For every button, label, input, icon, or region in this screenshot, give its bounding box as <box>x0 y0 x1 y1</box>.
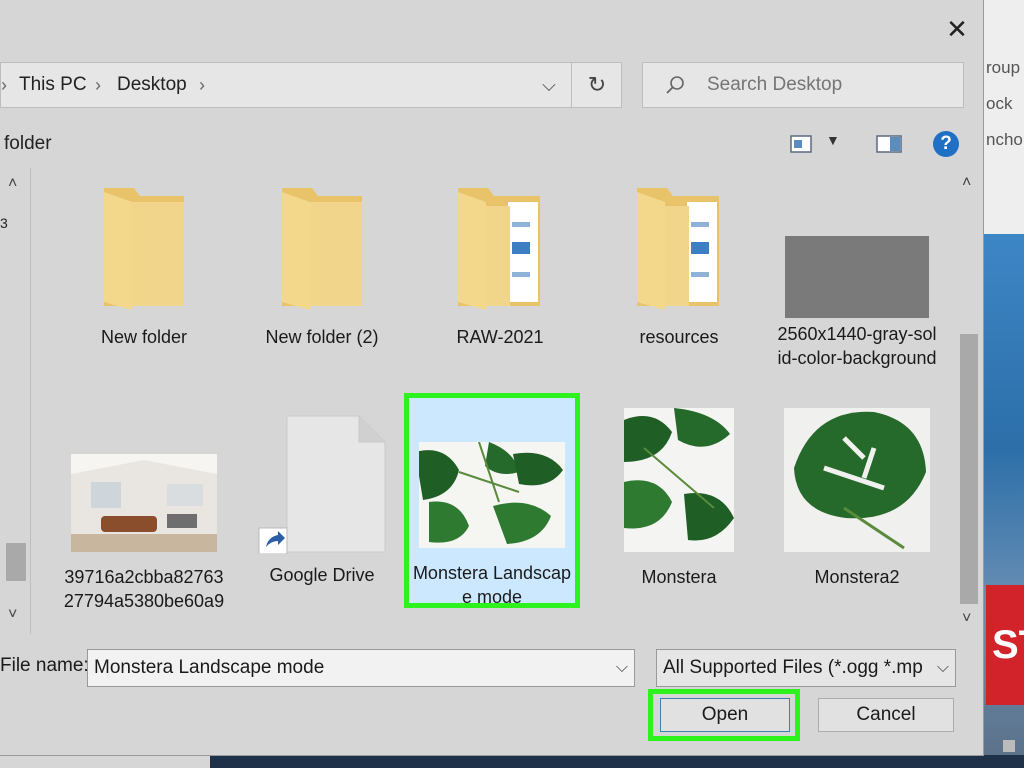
file-item-selected[interactable]: Monstera Landscape mode <box>404 393 580 608</box>
preview-pane-icon[interactable] <box>876 135 902 153</box>
chevron-down-icon[interactable]: ⌵ <box>937 650 949 686</box>
file-item[interactable]: RAW-2021 <box>419 182 581 349</box>
vertical-scrollbar[interactable]: ˄ ˅ <box>956 168 982 634</box>
background-scroll-knob[interactable] <box>1003 740 1015 752</box>
refresh-icon[interactable]: ↻ <box>571 63 622 107</box>
help-icon[interactable]: ? <box>933 131 959 157</box>
monstera2-thumbnail <box>784 408 930 552</box>
nav-item-fragment: 3 <box>0 215 8 231</box>
chevron-down-icon[interactable]: ⌵ <box>616 650 628 686</box>
room-photo-thumbnail <box>71 454 217 552</box>
monstera-landscape-thumbnail <box>415 441 565 548</box>
folder-with-documents-icon <box>458 188 540 310</box>
search-input[interactable] <box>707 63 947 107</box>
breadcrumb-separator: › <box>1 75 7 95</box>
file-label: Monstera <box>641 567 717 587</box>
file-item[interactable]: New folder <box>63 182 225 349</box>
file-label: New folder <box>100 327 188 347</box>
search-box[interactable] <box>642 62 964 108</box>
chevron-up-icon[interactable]: ˄ <box>962 174 971 192</box>
file-name-label: File name: <box>0 655 89 676</box>
background-text-3: ncho <box>986 130 1023 149</box>
breadcrumb-this-pc[interactable]: This PC <box>19 63 87 107</box>
file-item[interactable]: resources <box>598 182 760 349</box>
background-text-1: roup <box>986 58 1021 77</box>
file-type-select[interactable]: All Supported Files (*.ogg *.mp ⌵ <box>656 649 956 687</box>
file-label: Google Drive <box>269 565 375 585</box>
file-label: RAW-2021 <box>456 327 544 347</box>
cancel-button[interactable]: Cancel <box>818 698 954 732</box>
background-sign: ST <box>986 585 1024 705</box>
caret-down-icon[interactable]: ▼ <box>826 132 840 148</box>
file-name-input[interactable]: Monstera Landscape mode ⌵ <box>87 649 635 687</box>
monstera-thumbnail <box>624 408 734 552</box>
chevron-up-icon[interactable]: ˄ <box>8 175 17 193</box>
chevron-down-icon[interactable]: ˅ <box>962 610 971 628</box>
document-shortcut-icon <box>258 415 386 555</box>
close-button[interactable]: ✕ <box>940 12 974 46</box>
file-item[interactable]: Monstera <box>598 408 760 589</box>
file-name-value[interactable]: Monstera Landscape mode <box>94 650 324 686</box>
background-text-2: ock <box>986 94 1013 113</box>
breadcrumb-desktop[interactable]: Desktop <box>117 63 187 107</box>
file-item[interactable]: Monstera2 <box>776 408 938 589</box>
file-type-value: All Supported Files (*.ogg *.mp <box>663 657 923 678</box>
nav-scrollbar-thumb[interactable] <box>6 543 26 581</box>
file-item[interactable]: Google Drive <box>241 414 403 587</box>
chevron-down-icon[interactable]: ⌵ <box>531 63 567 107</box>
file-label: resources <box>639 327 719 347</box>
new-folder-button[interactable]: folder <box>4 122 52 166</box>
chevron-down-icon[interactable]: ˅ <box>8 606 17 624</box>
breadcrumb-separator[interactable]: › <box>199 63 205 107</box>
folder-with-documents-icon <box>637 188 719 310</box>
breadcrumb-separator: › <box>95 75 101 95</box>
scrollbar-thumb[interactable] <box>960 334 978 604</box>
file-label: 2560x1440-gray-solid-color-background <box>777 324 937 368</box>
gray-image-thumbnail <box>785 236 929 318</box>
file-label: 39716a2cbba8276327794a5380be60a9 <box>63 567 225 611</box>
folder-icon <box>104 188 184 310</box>
file-item[interactable]: New folder (2) <box>241 182 403 349</box>
toolbar: folder ▼ <box>0 122 983 168</box>
file-list: New folder New folder (2) RAW-2021 resou… <box>31 168 955 634</box>
open-file-dialog: ✕ › This PC › Desktop › ⌵ ↻ folder ▼ ? ˄… <box>0 0 984 756</box>
file-label: Monstera2 <box>814 567 900 587</box>
file-label: Monstera Landscape mode <box>412 563 572 603</box>
file-item[interactable]: 39716a2cbba8276327794a5380be60a9 <box>63 454 225 613</box>
search-icon <box>666 76 684 94</box>
background-taskbar <box>210 755 1024 768</box>
file-label: New folder (2) <box>265 327 379 347</box>
view-options-icon[interactable] <box>790 135 812 153</box>
file-item[interactable]: 2560x1440-gray-solid-color-background <box>776 182 938 370</box>
folder-icon <box>282 188 362 310</box>
address-bar[interactable]: › This PC › Desktop › ⌵ ↻ <box>0 62 622 108</box>
open-button[interactable]: Open <box>660 698 790 732</box>
